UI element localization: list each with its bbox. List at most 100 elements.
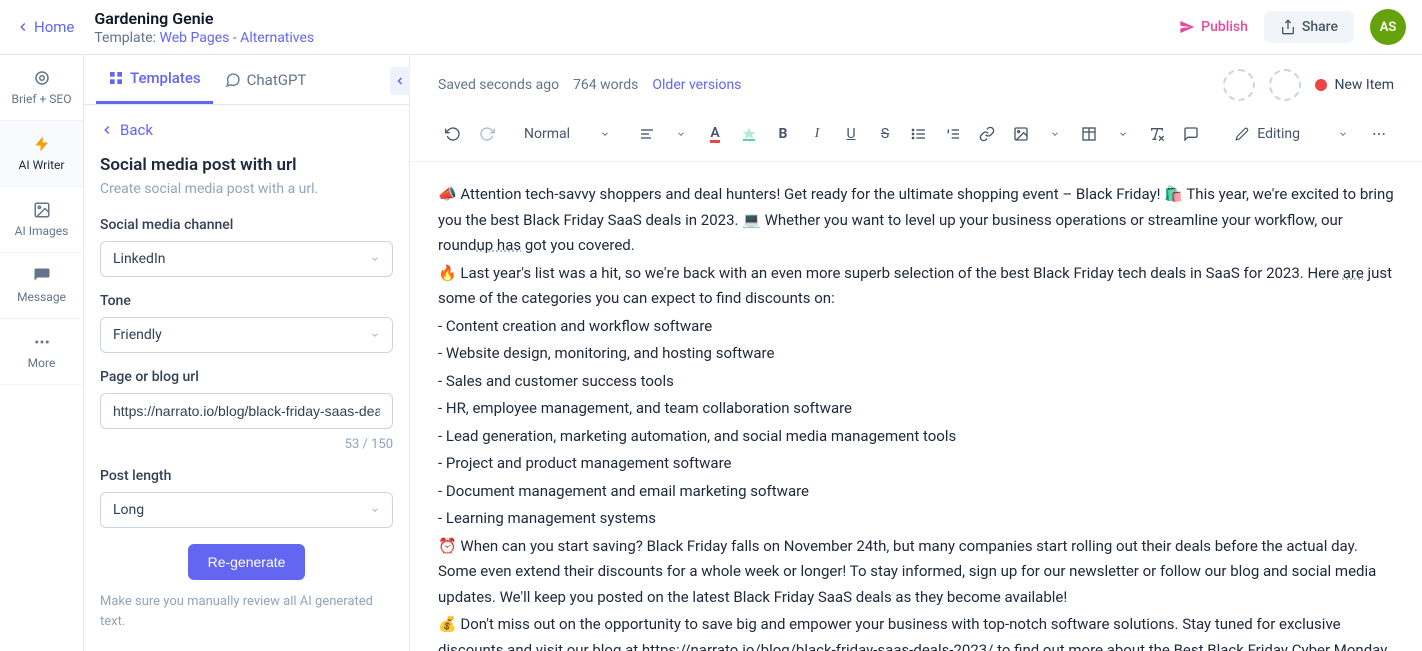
nav-label: AI Images	[15, 224, 69, 238]
assignee-placeholder[interactable]	[1223, 69, 1255, 101]
comment-button[interactable]	[1176, 119, 1206, 149]
channel-label: Social media channel	[100, 217, 393, 233]
table-icon	[1081, 126, 1097, 142]
field-url: Page or blog url 53 / 150	[100, 369, 393, 452]
share-button[interactable]: Share	[1264, 11, 1354, 43]
length-select[interactable]: Long	[100, 492, 393, 528]
underline-button[interactable]: U	[836, 119, 866, 149]
template-link[interactable]: Web Pages - Alternatives	[160, 30, 315, 46]
publish-button[interactable]: Publish	[1179, 19, 1248, 35]
strike-button[interactable]: S	[870, 119, 900, 149]
dots-icon	[33, 333, 51, 351]
chevron-left-icon	[394, 75, 406, 87]
chevron-left-icon	[16, 20, 30, 34]
home-link[interactable]: Home	[16, 18, 74, 36]
nav-ai-writer[interactable]: AI Writer	[0, 121, 83, 187]
image-button[interactable]	[1006, 119, 1036, 149]
bold-icon: B	[779, 126, 788, 142]
target-icon	[33, 69, 51, 87]
image-dropdown[interactable]	[1040, 119, 1070, 149]
list-item: - Lead generation, marketing automation,…	[438, 424, 1394, 450]
message-icon	[33, 267, 51, 285]
nav-more[interactable]: More	[0, 319, 83, 385]
clear-format-icon	[1149, 126, 1165, 142]
project-title: Gardening Genie	[94, 9, 1179, 28]
editor: Saved seconds ago 764 words Older versio…	[410, 55, 1422, 651]
undo-button[interactable]	[438, 119, 468, 149]
chevron-down-icon	[370, 505, 380, 515]
redo-icon	[479, 126, 495, 142]
bullet-list-button[interactable]	[904, 119, 934, 149]
nav-label: Message	[17, 290, 66, 304]
nav-ai-images[interactable]: AI Images	[0, 187, 83, 253]
nav-message[interactable]: Message	[0, 253, 83, 319]
regenerate-button[interactable]: Re-generate	[188, 544, 306, 580]
back-link[interactable]: Back	[100, 121, 393, 139]
collapse-sidebar-button[interactable]	[390, 67, 410, 95]
url-input[interactable]	[100, 393, 393, 429]
number-list-button[interactable]	[938, 119, 968, 149]
list-item: - Project and product management softwar…	[438, 451, 1394, 477]
paragraph: 📣 Attention tech-savvy shoppers and deal…	[438, 182, 1394, 259]
pencil-icon	[1235, 127, 1249, 141]
link-button[interactable]	[972, 119, 1002, 149]
chevron-down-icon	[600, 129, 610, 139]
nav-brief-seo[interactable]: Brief + SEO	[0, 55, 83, 121]
tab-label: Templates	[130, 69, 201, 87]
back-label: Back	[120, 121, 153, 139]
avatar[interactable]: AS	[1370, 9, 1406, 45]
letter-a-icon: A	[710, 126, 719, 143]
image-icon	[1013, 126, 1029, 142]
align-dropdown[interactable]	[666, 119, 696, 149]
channel-select[interactable]: LinkedIn	[100, 241, 393, 277]
sidebar-body: Back Social media post with url Create s…	[84, 105, 409, 651]
paragraph: 🔥 Last year's list was a hit, so we're b…	[438, 261, 1394, 312]
length-label: Post length	[100, 468, 393, 484]
editor-content[interactable]: 📣 Attention tech-savvy shoppers and deal…	[410, 162, 1422, 651]
comment-icon	[1183, 126, 1199, 142]
dots-icon	[1371, 126, 1387, 142]
saved-status: Saved seconds ago	[438, 77, 559, 93]
align-button[interactable]	[632, 119, 662, 149]
nav-label: AI Writer	[19, 158, 65, 172]
chevron-down-icon	[370, 330, 380, 340]
status-label: New Item	[1335, 77, 1395, 93]
list-item: - HR, employee management, and team coll…	[438, 396, 1394, 422]
length-value: Long	[113, 502, 144, 518]
link-icon	[979, 126, 995, 142]
status-badge[interactable]: New Item	[1315, 77, 1395, 93]
table-button[interactable]	[1074, 119, 1104, 149]
tab-chatgpt[interactable]: ChatGPT	[213, 55, 319, 104]
redo-button[interactable]	[472, 119, 502, 149]
toolbar: Normal A B I U S Editing	[410, 115, 1422, 162]
table-dropdown[interactable]	[1108, 119, 1138, 149]
bold-button[interactable]: B	[768, 119, 798, 149]
undo-icon	[445, 126, 461, 142]
list-item: - Learning management systems	[438, 506, 1394, 532]
highlight-button[interactable]	[734, 119, 764, 149]
form-note: Make sure you manually review all AI gen…	[100, 592, 393, 631]
editing-mode-select[interactable]: Editing	[1235, 126, 1348, 142]
tab-label: ChatGPT	[247, 71, 307, 89]
paragraph: 💰 Don't miss out on the opportunity to s…	[438, 612, 1394, 651]
tone-select[interactable]: Friendly	[100, 317, 393, 353]
older-versions-link[interactable]: Older versions	[652, 77, 741, 93]
url-char-count: 53 / 150	[100, 437, 393, 452]
date-placeholder[interactable]	[1269, 69, 1301, 101]
image-icon	[33, 201, 51, 219]
text-color-button[interactable]: A	[700, 119, 730, 149]
align-icon	[639, 126, 655, 142]
strike-icon: S	[881, 126, 889, 142]
style-select[interactable]: Normal	[514, 122, 620, 146]
more-button[interactable]	[1364, 119, 1394, 149]
clear-format-button[interactable]	[1142, 119, 1172, 149]
italic-button[interactable]: I	[802, 119, 832, 149]
field-length: Post length Long	[100, 468, 393, 528]
main: Brief + SEO AI Writer AI Images Message …	[0, 55, 1422, 651]
bullet-list-icon	[911, 126, 927, 142]
nav-label: Brief + SEO	[12, 92, 72, 106]
word-count: 764 words	[573, 77, 638, 93]
chevron-down-icon	[676, 129, 686, 139]
tab-templates[interactable]: Templates	[96, 55, 213, 104]
app-header: Home Gardening Genie Template: Web Pages…	[0, 0, 1422, 55]
